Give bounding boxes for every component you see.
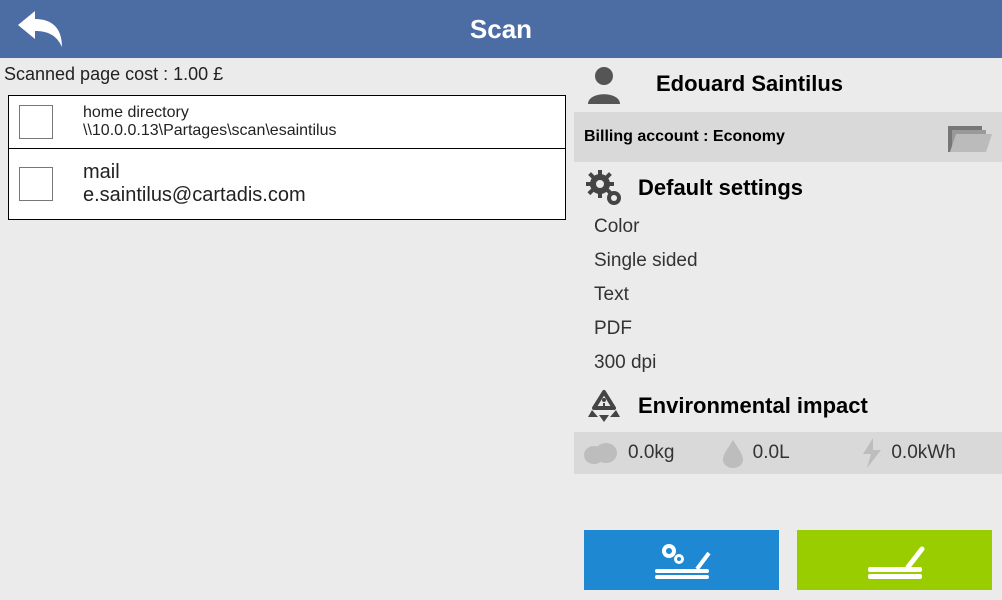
co2-icon	[580, 439, 620, 467]
gear-icon	[584, 168, 624, 208]
scanner-icon	[860, 539, 930, 581]
setting-item: Text	[594, 284, 992, 306]
settings-list: Color Single sided Text PDF 300 dpi	[574, 214, 1002, 380]
env-co2: 0.0kg	[628, 442, 674, 464]
lightning-icon	[861, 438, 883, 468]
settings-heading: Default settings	[638, 175, 803, 201]
scan-start-button[interactable]	[797, 530, 992, 590]
header: Scan	[0, 0, 1002, 58]
env-values: 0.0kg 0.0L 0.0kWh	[574, 432, 1002, 474]
setting-item: Color	[594, 216, 992, 238]
destination-mail[interactable]: mail e.saintilus@cartadis.com	[8, 148, 566, 220]
billing-label: Billing account : Economy	[584, 128, 785, 146]
left-panel: Scanned page cost : 1.00 £ home director…	[0, 58, 574, 600]
destination-list: home directory \\10.0.0.13\Partages\scan…	[0, 95, 574, 220]
recycle-icon	[584, 386, 624, 426]
destination-title: home directory	[83, 104, 337, 122]
destination-home-directory[interactable]: home directory \\10.0.0.13\Partages\scan…	[8, 95, 566, 149]
setting-item: Single sided	[594, 250, 992, 272]
user-row: Edouard Saintilus	[574, 58, 1002, 112]
scanner-gear-icon	[647, 539, 717, 581]
page-title: Scan	[0, 14, 1002, 45]
water-drop-icon	[721, 438, 745, 468]
user-name: Edouard Saintilus	[656, 71, 843, 97]
scan-cost-label: Scanned page cost : 1.00 £	[0, 58, 574, 95]
env-heading: Environmental impact	[638, 393, 868, 419]
env-water: 0.0L	[753, 442, 790, 464]
env-heading-row: Environmental impact	[574, 380, 1002, 432]
right-panel: Edouard Saintilus Billing account : Econ…	[574, 58, 1002, 600]
destination-subtitle: e.saintilus@cartadis.com	[83, 184, 306, 207]
folder-open-icon	[946, 120, 992, 154]
setting-item: PDF	[594, 318, 992, 340]
billing-row[interactable]: Billing account : Economy	[574, 112, 1002, 162]
back-button[interactable]	[12, 4, 68, 54]
back-arrow-icon	[15, 7, 65, 51]
user-icon	[584, 64, 624, 104]
env-energy: 0.0kWh	[891, 442, 955, 464]
destination-title: mail	[83, 161, 306, 184]
destination-subtitle: \\10.0.0.13\Partages\scan\esaintilus	[83, 122, 337, 140]
mail-icon	[19, 167, 53, 201]
settings-heading-row: Default settings	[574, 162, 1002, 214]
folder-icon	[19, 105, 53, 139]
setting-item: 300 dpi	[594, 352, 992, 374]
scan-settings-button[interactable]	[584, 530, 779, 590]
